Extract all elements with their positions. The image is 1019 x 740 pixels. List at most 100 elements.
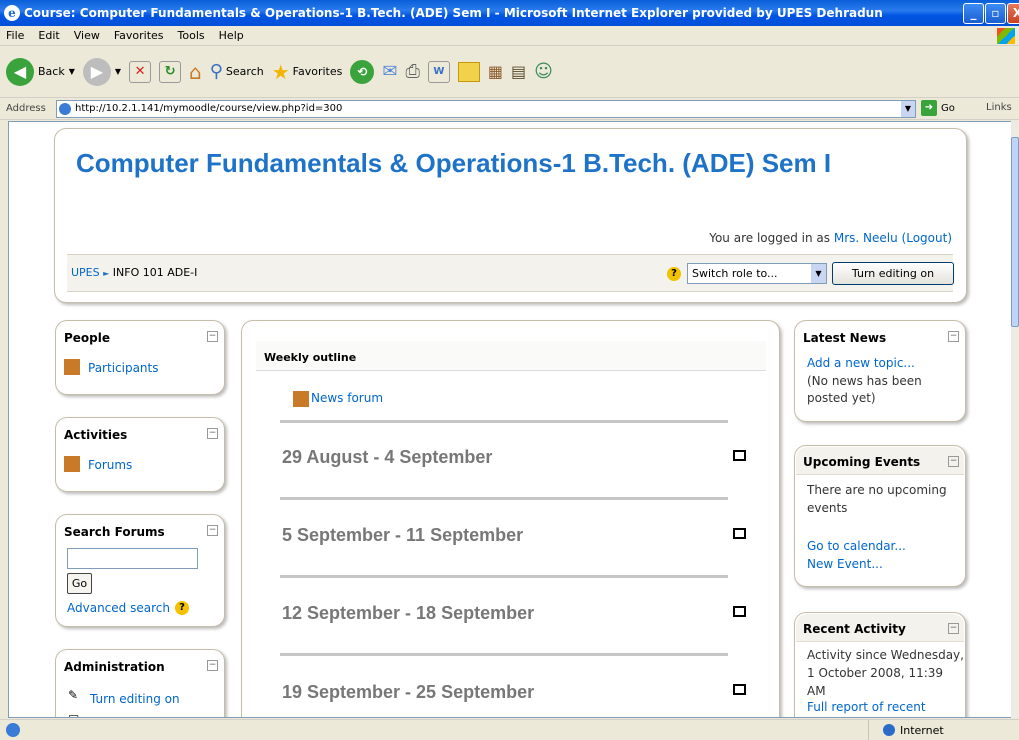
menu-edit[interactable]: Edit (32, 29, 67, 42)
ie-icon: e (4, 5, 20, 21)
logout-link[interactable]: (Logout) (902, 231, 952, 245)
scrollbar-thumb[interactable] (1011, 137, 1019, 327)
collapse-icon[interactable]: − (948, 623, 959, 634)
section-divider (280, 653, 728, 656)
forums-icon (64, 456, 80, 472)
people-title: People (64, 331, 111, 345)
edit-icon[interactable]: W (427, 60, 450, 83)
activities-title: Activities (64, 428, 128, 442)
history-icon[interactable]: ⟲ (350, 59, 375, 84)
forums-link[interactable]: Forums (88, 458, 132, 472)
chevron-down-icon: ▼ (811, 264, 826, 283)
search-forums-block: Search Forums − Go Advanced search ? (55, 514, 225, 627)
forward-button[interactable]: ▶ ▼ (82, 57, 121, 86)
search-button[interactable]: ⚲ Search (210, 61, 264, 82)
refresh-icon[interactable]: ↻ (159, 60, 182, 83)
collapse-icon[interactable]: − (948, 456, 959, 467)
menu-bar: File Edit View Favorites Tools Help (0, 26, 1019, 46)
research-icon[interactable]: ▦ (488, 62, 503, 81)
page-icon (59, 103, 71, 115)
user-link[interactable]: Mrs. Neelu (834, 231, 898, 245)
collapse-icon[interactable]: − (207, 331, 218, 342)
full-report-link[interactable]: Full report of recent (807, 700, 926, 714)
new-event-link[interactable]: New Event... (807, 557, 883, 571)
week-heading: 19 September - 25 September (282, 682, 535, 702)
minimize-button[interactable]: _ (963, 3, 984, 24)
highlight-week-checkbox[interactable] (733, 684, 746, 695)
search-forums-input[interactable] (67, 548, 198, 569)
go-arrow-icon: ➜ (921, 100, 937, 116)
help-icon[interactable]: ? (667, 267, 681, 281)
outline-header: Weekly outline (256, 341, 766, 371)
search-go-button[interactable]: Go (67, 573, 92, 594)
news-forum-link[interactable]: News forum (311, 391, 383, 405)
help-icon[interactable]: ? (175, 601, 189, 615)
window-title-bar: e Course: Computer Fundamentals & Operat… (0, 0, 1019, 26)
chevron-down-icon[interactable]: ▼ (901, 101, 915, 117)
week-heading: 12 September - 18 September (282, 603, 535, 623)
menu-help[interactable]: Help (213, 29, 252, 42)
people-block: People − Participants (55, 320, 225, 395)
maximize-button[interactable]: ▫ (985, 3, 1006, 24)
collapse-icon[interactable]: − (207, 428, 218, 439)
go-to-calendar-link[interactable]: Go to calendar... (807, 539, 906, 553)
activities-block: Activities − Forums (55, 417, 225, 492)
section-divider (280, 497, 728, 500)
links-label[interactable]: Links (986, 102, 1012, 113)
security-zone: Internet (900, 724, 944, 737)
go-label: Go (941, 102, 955, 114)
recent-activity-block: Recent Activity − Activity since Wednesd… (794, 612, 966, 717)
address-input[interactable]: http://10.2.1.141/mymoodle/course/view.p… (56, 100, 916, 118)
menu-favorites[interactable]: Favorites (108, 29, 172, 42)
switch-role-select[interactable]: Switch role to... ▼ (687, 263, 827, 284)
close-button[interactable]: X (1007, 3, 1019, 24)
highlight-week-checkbox[interactable] (733, 528, 746, 539)
news-forum-icon (293, 391, 309, 407)
menu-view[interactable]: View (68, 29, 108, 42)
go-button[interactable]: ➜ Go (921, 100, 955, 116)
back-label: Back (38, 65, 65, 78)
switch-role-value: Switch role to... (692, 267, 778, 280)
breadcrumb-course: INFO 101 ADE-I (112, 266, 198, 279)
activity-since-text: Activity since Wednesday, 1 October 2008… (807, 648, 964, 698)
participants-link[interactable]: Participants (88, 361, 159, 375)
menu-tools[interactable]: Tools (172, 29, 213, 42)
add-topic-link[interactable]: Add a new topic... (807, 356, 915, 370)
status-divider (868, 720, 869, 740)
collapse-icon[interactable]: − (948, 331, 959, 342)
print-icon[interactable]: ⎙ (405, 61, 419, 82)
favorites-button[interactable]: ★ Favorites (272, 60, 343, 84)
upcoming-events-block: Upcoming Events − There are no upcoming … (794, 445, 966, 587)
advanced-search-link[interactable]: Advanced search (67, 601, 170, 615)
media-icon[interactable]: ▤ (511, 62, 526, 81)
stop-icon[interactable]: ✕ (129, 60, 152, 83)
upcoming-events-title: Upcoming Events (803, 455, 921, 469)
messenger-icon[interactable]: ☺ (534, 61, 553, 82)
edit-pencil-icon: ✎ (68, 688, 79, 702)
vertical-scrollbar[interactable] (1011, 121, 1019, 718)
weekly-outline: Weekly outline News forum 29 August - 4 … (241, 320, 780, 717)
back-button[interactable]: ◀ Back ▼ (6, 57, 75, 86)
address-bar: Address http://10.2.1.141/mymoodle/cours… (0, 98, 1019, 120)
section-divider (280, 420, 728, 423)
chevron-down-icon: ▼ (68, 67, 75, 76)
breadcrumb-home[interactable]: UPES (71, 266, 100, 279)
menu-file[interactable]: File (0, 29, 32, 42)
admin-turn-editing-link[interactable]: Turn editing on (90, 692, 180, 706)
highlight-week-checkbox[interactable] (733, 606, 746, 617)
address-url: http://10.2.1.141/mymoodle/course/view.p… (75, 103, 343, 114)
back-arrow-icon: ◀ (6, 57, 34, 86)
administration-title: Administration (64, 660, 165, 674)
turn-editing-on-button[interactable]: Turn editing on (832, 262, 954, 285)
folder-icon[interactable] (457, 61, 480, 82)
home-icon[interactable]: ⌂ (189, 60, 202, 84)
collapse-icon[interactable]: − (207, 660, 218, 671)
highlight-week-checkbox[interactable] (733, 450, 746, 461)
navbar: UPES ► INFO 101 ADE-I ? Switch role to..… (67, 254, 954, 292)
week-heading: 29 August - 4 September (282, 447, 493, 467)
mail-icon[interactable]: ✉ (382, 61, 397, 82)
breadcrumb-arrow-icon: ► (103, 269, 110, 278)
status-bar: Internet (0, 719, 1019, 740)
section-divider (280, 575, 728, 578)
collapse-icon[interactable]: − (207, 525, 218, 536)
